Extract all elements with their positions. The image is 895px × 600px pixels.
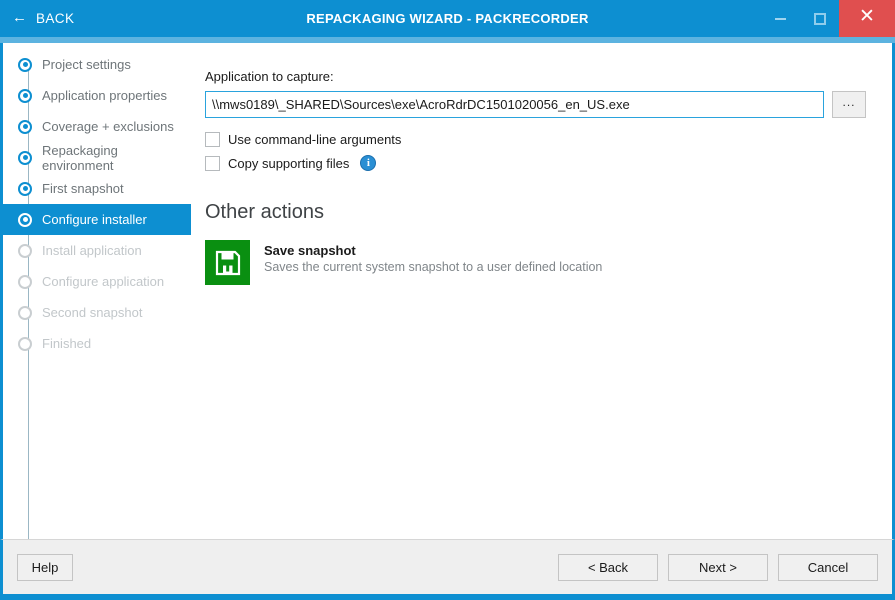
sidebar-item-project-settings[interactable]: Project settings bbox=[3, 49, 191, 80]
minimize-icon bbox=[775, 18, 786, 20]
sidebar-item-coverage-exclusions[interactable]: Coverage + exclusions bbox=[3, 111, 191, 142]
step-bullet-icon bbox=[18, 244, 32, 258]
save-snapshot-tile bbox=[205, 240, 250, 285]
arrow-left-icon: ← bbox=[12, 10, 27, 25]
help-button[interactable]: Help bbox=[17, 554, 73, 581]
sidebar-item-application-properties[interactable]: Application properties bbox=[3, 80, 191, 111]
next-nav-button[interactable]: Next > bbox=[668, 554, 768, 581]
window-body: Project settings Application properties … bbox=[0, 43, 895, 539]
sidebar-item-label: Application properties bbox=[42, 88, 167, 103]
step-bullet-icon bbox=[18, 337, 32, 351]
step-bullet-icon bbox=[18, 182, 32, 196]
sidebar-item-repackaging-environment[interactable]: Repackaging environment bbox=[3, 142, 191, 173]
sidebar-item-second-snapshot: Second snapshot bbox=[3, 297, 191, 328]
sidebar-item-label: First snapshot bbox=[42, 181, 124, 196]
step-bullet-icon bbox=[18, 151, 32, 165]
step-bullet-icon bbox=[18, 306, 32, 320]
sidebar-item-configure-application: Configure application bbox=[3, 266, 191, 297]
sidebar-item-configure-installer[interactable]: Configure installer bbox=[3, 204, 191, 235]
use-command-line-arguments-label: Use command-line arguments bbox=[228, 132, 401, 147]
floppy-disk-save-icon bbox=[214, 249, 242, 277]
back-button-label: BACK bbox=[36, 11, 74, 26]
sidebar-item-first-snapshot[interactable]: First snapshot bbox=[3, 173, 191, 204]
browse-button[interactable]: ... bbox=[832, 91, 866, 118]
title-bar: ← BACK REPACKAGING WIZARD - PACKRECORDER… bbox=[0, 0, 895, 37]
step-bullet-icon bbox=[18, 89, 32, 103]
save-snapshot-title: Save snapshot bbox=[264, 243, 602, 258]
sidebar-item-label: Configure application bbox=[42, 274, 164, 289]
step-bullet-icon bbox=[18, 58, 32, 72]
wizard-steps-sidebar: Project settings Application properties … bbox=[3, 43, 191, 539]
use-command-line-arguments-checkbox[interactable] bbox=[205, 132, 220, 147]
maximize-button[interactable] bbox=[800, 0, 839, 37]
info-icon[interactable]: i bbox=[360, 155, 376, 171]
step-bullet-icon bbox=[18, 120, 32, 134]
maximize-icon bbox=[814, 13, 826, 25]
repackaging-wizard-window: ← BACK REPACKAGING WIZARD - PACKRECORDER… bbox=[0, 0, 895, 600]
main-content: Application to capture: ... Use command-… bbox=[191, 43, 892, 539]
save-snapshot-action[interactable]: Save snapshot Saves the current system s… bbox=[205, 240, 602, 285]
sidebar-item-label: Finished bbox=[42, 336, 91, 351]
sidebar-item-label: Repackaging environment bbox=[42, 143, 191, 173]
back-button[interactable]: ← BACK bbox=[0, 0, 88, 37]
back-nav-button[interactable]: < Back bbox=[558, 554, 658, 581]
sidebar-item-label: Install application bbox=[42, 243, 142, 258]
sidebar-item-finished: Finished bbox=[3, 328, 191, 359]
sidebar-item-label: Coverage + exclusions bbox=[42, 119, 174, 134]
step-bullet-icon bbox=[18, 275, 32, 289]
save-snapshot-text: Save snapshot Saves the current system s… bbox=[264, 240, 602, 274]
cancel-button[interactable]: Cancel bbox=[778, 554, 878, 581]
step-bullet-icon bbox=[18, 213, 32, 227]
use-command-line-arguments-row[interactable]: Use command-line arguments bbox=[205, 132, 401, 147]
copy-supporting-files-row[interactable]: Copy supporting files i bbox=[205, 155, 376, 171]
sidebar-item-label: Project settings bbox=[42, 57, 131, 72]
sidebar-item-label: Configure installer bbox=[42, 212, 147, 227]
application-to-capture-label: Application to capture: bbox=[205, 69, 866, 84]
minimize-button[interactable] bbox=[761, 0, 800, 37]
copy-supporting-files-checkbox[interactable] bbox=[205, 156, 220, 171]
sidebar-item-label: Second snapshot bbox=[42, 305, 142, 320]
close-icon: ✕ bbox=[859, 7, 875, 26]
save-snapshot-description: Saves the current system snapshot to a u… bbox=[264, 260, 602, 274]
window-bottom-edge bbox=[0, 594, 895, 600]
close-button[interactable]: ✕ bbox=[839, 0, 895, 37]
application-path-input[interactable] bbox=[205, 91, 824, 118]
window-controls: ✕ bbox=[761, 0, 895, 37]
footer-bar: Help < Back Next > Cancel bbox=[0, 539, 895, 594]
copy-supporting-files-label: Copy supporting files bbox=[228, 156, 349, 171]
other-actions-heading: Other actions bbox=[205, 201, 866, 224]
sidebar-item-install-application: Install application bbox=[3, 235, 191, 266]
footer-navigation-buttons: < Back Next > Cancel bbox=[558, 554, 878, 581]
application-path-row: ... bbox=[205, 91, 866, 118]
